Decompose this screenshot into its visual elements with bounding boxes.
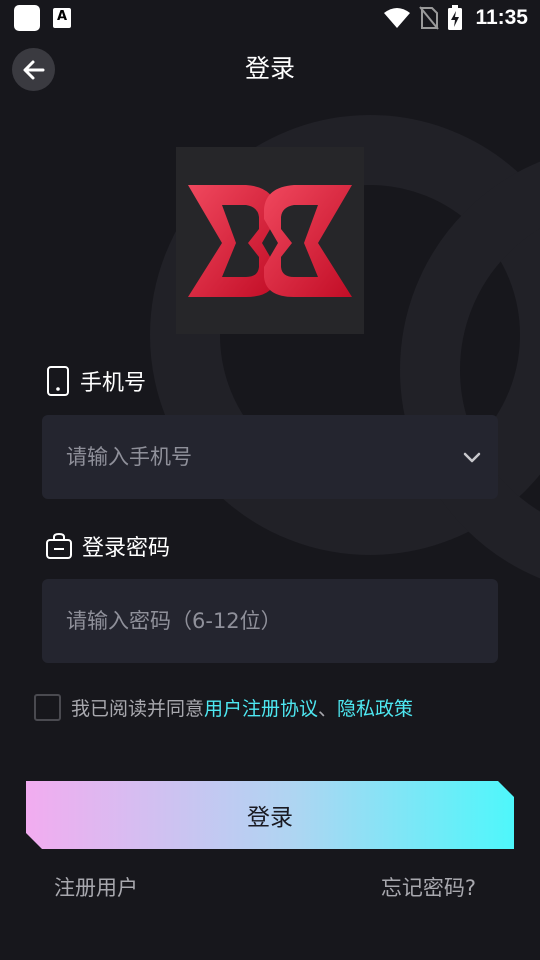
status-bar: A 11:35 [0,0,540,36]
brand-logo [176,147,364,334]
login-screen: A 11:35 登录 手机号 请输入手机号 登录密码 我已阅读并同意 用户注册协… [0,0,540,960]
wifi-icon [384,8,411,28]
phone-field-label: 手机号 [46,365,146,397]
agreement-checkbox[interactable] [34,693,61,721]
battery-charging-icon [448,5,463,30]
phone-label-text: 手机号 [80,371,147,396]
login-button[interactable]: 登录 [26,781,514,849]
forgot-password-link[interactable]: 忘记密码? [381,872,476,902]
user-agreement-link[interactable]: 用户注册协议 [204,694,318,721]
phone-icon [47,366,69,396]
lock-icon [46,532,72,559]
password-input[interactable] [66,579,446,663]
phone-input[interactable] [66,415,446,499]
privacy-policy-link[interactable]: 隐私政策 [337,694,413,721]
phone-input-container [42,415,498,499]
page-title: 登录 [244,54,295,83]
chevron-down-icon[interactable] [460,445,484,469]
status-time: 11:35 [475,6,528,29]
register-link[interactable]: 注册用户 [54,872,138,902]
app-notification-icon [14,5,40,31]
agreement-text: 我已阅读并同意 [71,697,205,720]
font-notification-icon: A [53,8,71,28]
login-button-label: 登录 [247,805,293,831]
no-sim-icon [419,6,440,30]
password-field-label: 登录密码 [46,530,170,562]
agreement-separator: 、 [318,697,338,720]
password-input-container [42,579,498,663]
password-label-text: 登录密码 [82,536,171,561]
brand-logo-icon [188,185,352,297]
agreement-row: 我已阅读并同意 用户注册协议 、 隐私政策 [34,692,413,722]
status-icons: 11:35 [383,4,528,32]
